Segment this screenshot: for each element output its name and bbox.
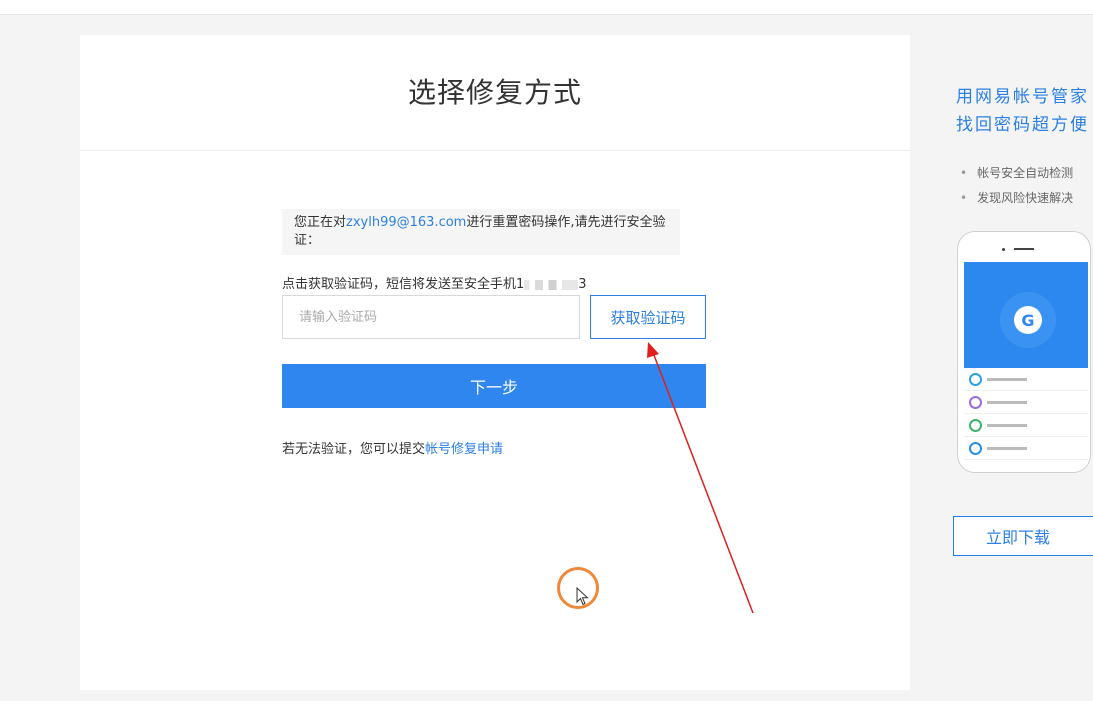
app-header: G	[964, 262, 1088, 368]
promo-sidebar: 用网易帐号管家 找回密码超方便 帐号安全自动检测 发现风险快速解决 G 立即下载	[910, 35, 1093, 690]
shield-g-icon: G	[1000, 292, 1056, 348]
app-list-item	[964, 391, 1088, 414]
account-repair-link[interactable]: 帐号修复申请	[425, 442, 503, 457]
card-header: 选择修复方式	[80, 35, 910, 151]
app-list-item	[964, 414, 1088, 437]
feature-item: 帐号安全自动检测	[960, 161, 1073, 186]
fallback-text: 若无法验证，您可以提交	[282, 442, 426, 457]
next-step-button[interactable]: 下一步	[282, 364, 706, 408]
masked-phone	[524, 279, 579, 290]
promo-title: 用网易帐号管家 找回密码超方便	[956, 83, 1093, 139]
feature-list: 帐号安全自动检测 发现风险快速解决	[960, 161, 1073, 211]
phone-mockup: G	[957, 231, 1091, 473]
fallback-note: 若无法验证，您可以提交帐号修复申请	[282, 438, 503, 457]
feature-item: 发现风险快速解决	[960, 186, 1073, 211]
app-list-item	[964, 368, 1088, 391]
recovery-card: 选择修复方式 您正在对zxylh99@163.com进行重置密码操作,请先进行安…	[80, 35, 910, 690]
page-title: 选择修复方式	[407, 76, 582, 109]
phone-screen: G	[964, 262, 1088, 472]
verification-code-input[interactable]	[282, 295, 580, 339]
security-notice: 您正在对zxylh99@163.com进行重置密码操作,请先进行安全验证：	[282, 209, 680, 255]
notice-email: zxylh99@163.com	[346, 215, 467, 230]
phone-speaker	[1002, 248, 1042, 251]
get-code-button[interactable]: 获取验证码	[590, 295, 706, 339]
download-button[interactable]: 立即下载	[953, 516, 1093, 556]
mouse-pointer-icon	[576, 587, 589, 606]
notice-prefix: 您正在对	[294, 215, 347, 230]
sms-masked-suffix: 3	[578, 277, 587, 292]
sms-note: 点击获取验证码，短信将发送至安全手机1 3	[282, 273, 587, 292]
app-list-item	[964, 437, 1088, 460]
promo-line-2: 找回密码超方便	[956, 115, 1089, 135]
top-bar	[0, 0, 1093, 15]
promo-line-1: 用网易帐号管家	[956, 87, 1089, 107]
sms-text: 点击获取验证码，短信将发送至安全手机1	[282, 277, 525, 292]
